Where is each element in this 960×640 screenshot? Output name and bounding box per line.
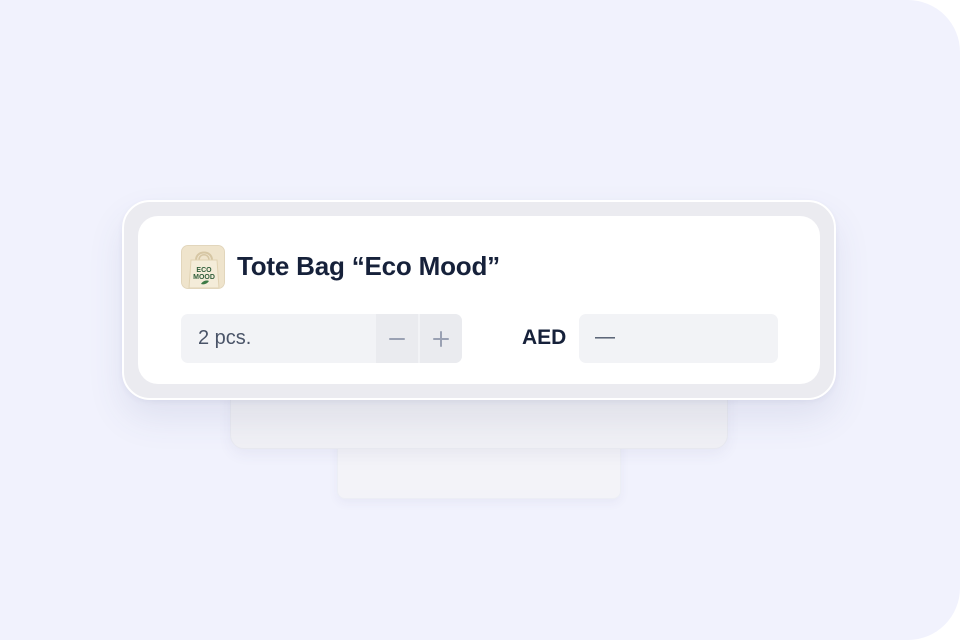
thumbnail-text-line2: MOOD	[193, 274, 215, 281]
tote-bag-thumbnail: ECO MOOD	[182, 246, 224, 288]
decrement-button[interactable]	[376, 314, 418, 363]
increment-button[interactable]	[420, 314, 462, 363]
currency-label: AED	[522, 326, 567, 349]
price-value[interactable]: —	[595, 326, 615, 349]
product-title: Tote Bag “Eco Mood”	[237, 251, 500, 281]
quantity-value[interactable]: 2 pcs.	[198, 327, 251, 350]
order-item-card: ECO MOOD Tote Bag “Eco Mood” 2 pcs. AED …	[138, 216, 820, 384]
minus-icon	[389, 337, 405, 340]
order-item-card-frame: ECO MOOD Tote Bag “Eco Mood” 2 pcs. AED …	[122, 200, 836, 400]
product-thumbnail: ECO MOOD	[181, 245, 225, 289]
canvas-background: ECO MOOD Tote Bag “Eco Mood” 2 pcs. AED …	[0, 0, 960, 640]
quantity-stepper[interactable]: 2 pcs.	[181, 314, 462, 363]
thumbnail-text-line1: ECO	[196, 267, 212, 274]
plus-icon	[433, 330, 449, 347]
stepper-controls	[376, 314, 462, 363]
price-field[interactable]: —	[579, 314, 778, 363]
